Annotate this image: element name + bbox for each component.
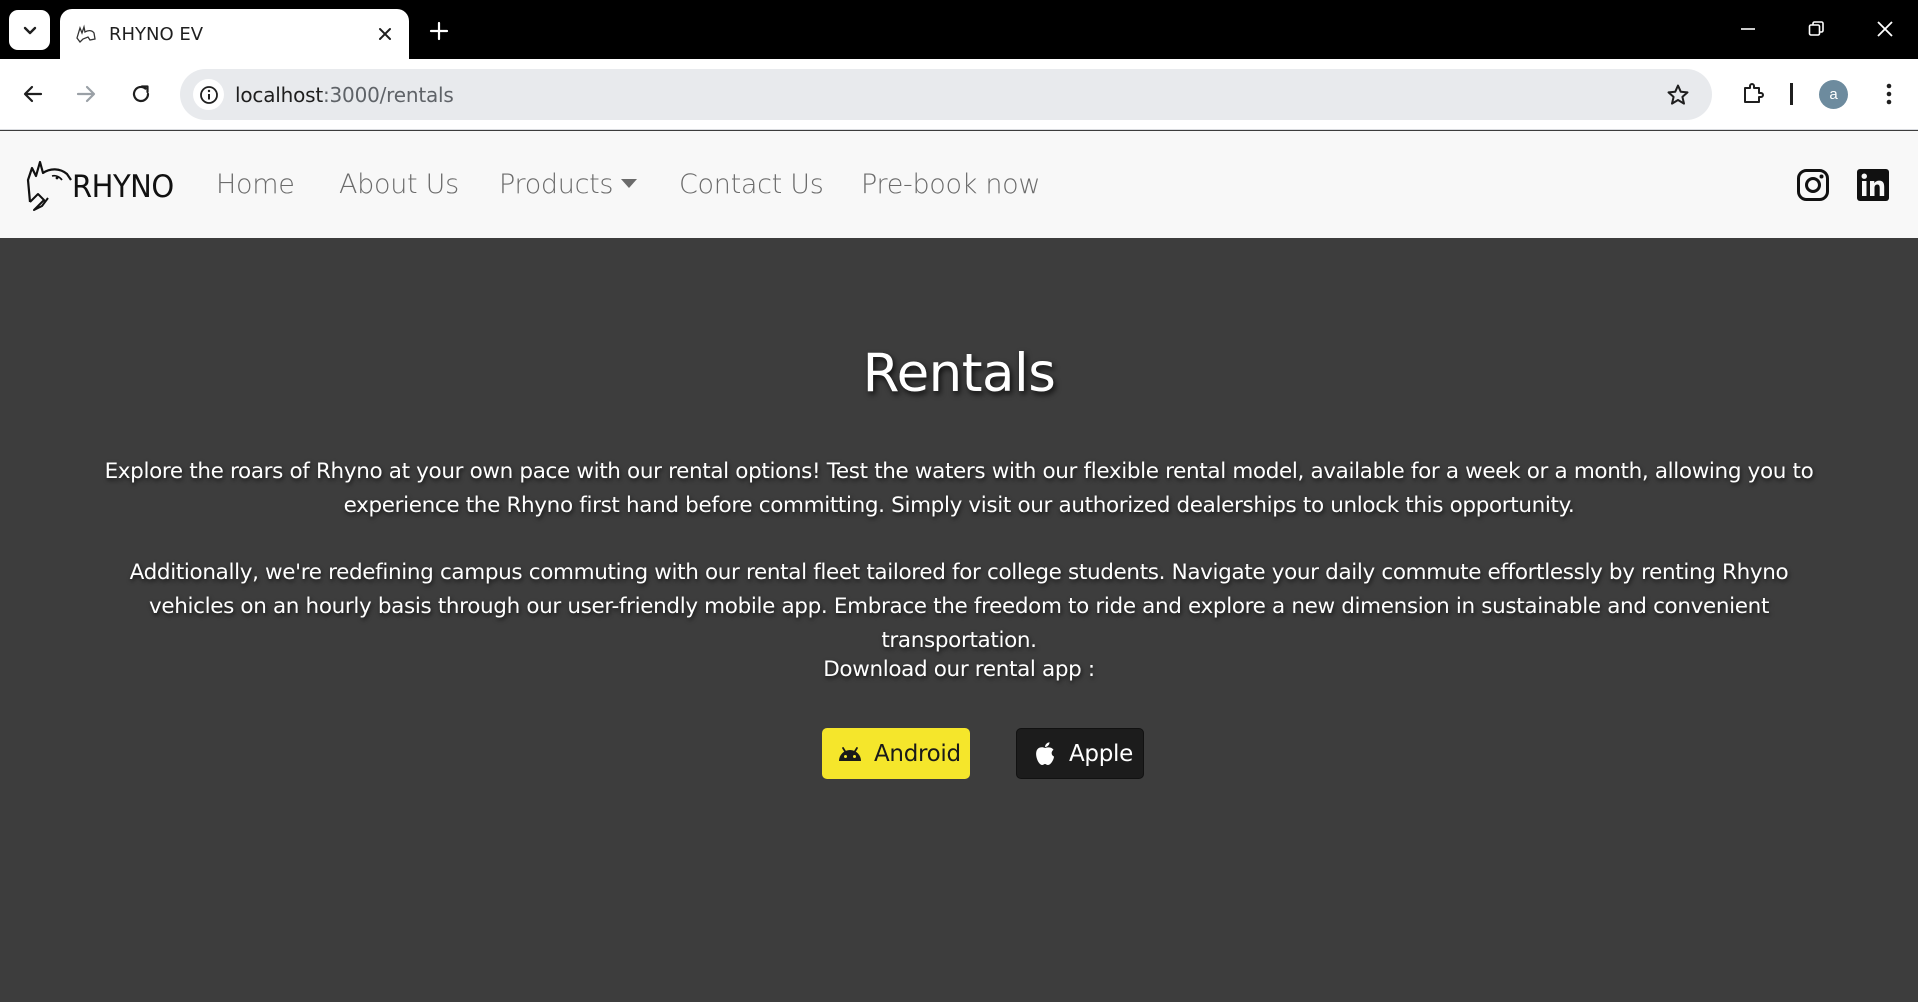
close-window-button[interactable]: [1870, 14, 1900, 44]
browser-toolbar: localhost:3000/rentals a: [0, 59, 1918, 130]
reload-button[interactable]: [126, 79, 156, 109]
nav-link-contact-us[interactable]: Contact Us: [679, 169, 824, 200]
android-download-button[interactable]: Android: [822, 728, 970, 779]
bookmark-star-button[interactable]: [1664, 81, 1692, 109]
tab-search-button[interactable]: [9, 10, 50, 50]
nav-link-products[interactable]: Products: [499, 169, 638, 200]
close-tab-icon[interactable]: [375, 24, 395, 44]
url-path: :3000/rentals: [322, 83, 454, 107]
nav-link-pre-book[interactable]: Pre-book now: [861, 169, 1040, 200]
extensions-button[interactable]: [1738, 78, 1768, 108]
rentals-section: Rentals Explore the roars of Rhyno at yo…: [0, 238, 1918, 1002]
restore-icon: [1808, 21, 1824, 36]
rentals-paragraph-2: Additionally, we're redefining campus co…: [129, 560, 1789, 653]
browser-tab[interactable]: RHYNO EV: [60, 9, 409, 59]
puzzle-icon: [1744, 83, 1764, 103]
linkedin-link[interactable]: [1855, 167, 1891, 203]
toolbar-divider: [1790, 83, 1793, 105]
android-button-label: Android: [874, 740, 961, 767]
plus-icon: [429, 21, 449, 41]
minimize-button[interactable]: [1733, 14, 1763, 44]
instagram-link[interactable]: [1795, 167, 1831, 203]
nav-link-about-us[interactable]: About Us: [339, 169, 459, 200]
browser-menu-button[interactable]: [1874, 79, 1904, 109]
instagram-icon: [1797, 169, 1829, 201]
nav-link-home[interactable]: Home: [216, 169, 295, 200]
apple-button-label: Apple: [1069, 740, 1133, 767]
arrow-left-icon: [23, 85, 43, 103]
star-icon: [1667, 84, 1689, 105]
more-vertical-icon: [1886, 83, 1892, 105]
apple-download-button[interactable]: Apple: [1016, 728, 1144, 779]
new-tab-button[interactable]: [426, 18, 452, 44]
site-navbar: RHYNO Home About Us Products Contact Us …: [0, 131, 1918, 238]
linkedin-icon: [1857, 169, 1889, 201]
rhino-logo-icon: [26, 160, 72, 211]
close-icon: [1877, 21, 1893, 37]
reload-icon: [132, 85, 150, 103]
back-button[interactable]: [18, 79, 48, 109]
chevron-down-icon: [23, 26, 36, 35]
minimize-icon: [1741, 28, 1755, 30]
tab-title: RHYNO EV: [109, 23, 204, 45]
page-title: Rentals: [862, 343, 1056, 404]
rentals-paragraph-1: Explore the roars of Rhyno at your own p…: [104, 459, 1814, 518]
browser-tab-bar: RHYNO EV: [0, 0, 1918, 59]
nav-link-products-label: Products: [499, 169, 614, 200]
url-host: localhost: [235, 83, 323, 107]
download-app-label: Download our rental app :: [823, 657, 1095, 682]
url-text[interactable]: localhost:3000/rentals: [235, 83, 454, 107]
apple-icon: [1031, 740, 1059, 768]
arrow-right-icon: [76, 85, 96, 103]
rhino-favicon-icon: [75, 23, 97, 45]
brand-name: RHYNO: [72, 167, 174, 205]
restore-button[interactable]: [1801, 14, 1831, 44]
brand-logo[interactable]: RHYNO: [26, 158, 174, 214]
info-icon: [199, 85, 218, 104]
address-bar[interactable]: localhost:3000/rentals: [180, 69, 1712, 120]
forward-button[interactable]: [71, 79, 101, 109]
caret-down-icon: [621, 179, 638, 188]
android-icon: [836, 740, 864, 768]
site-info-button[interactable]: [193, 79, 224, 110]
profile-avatar[interactable]: a: [1819, 80, 1848, 109]
